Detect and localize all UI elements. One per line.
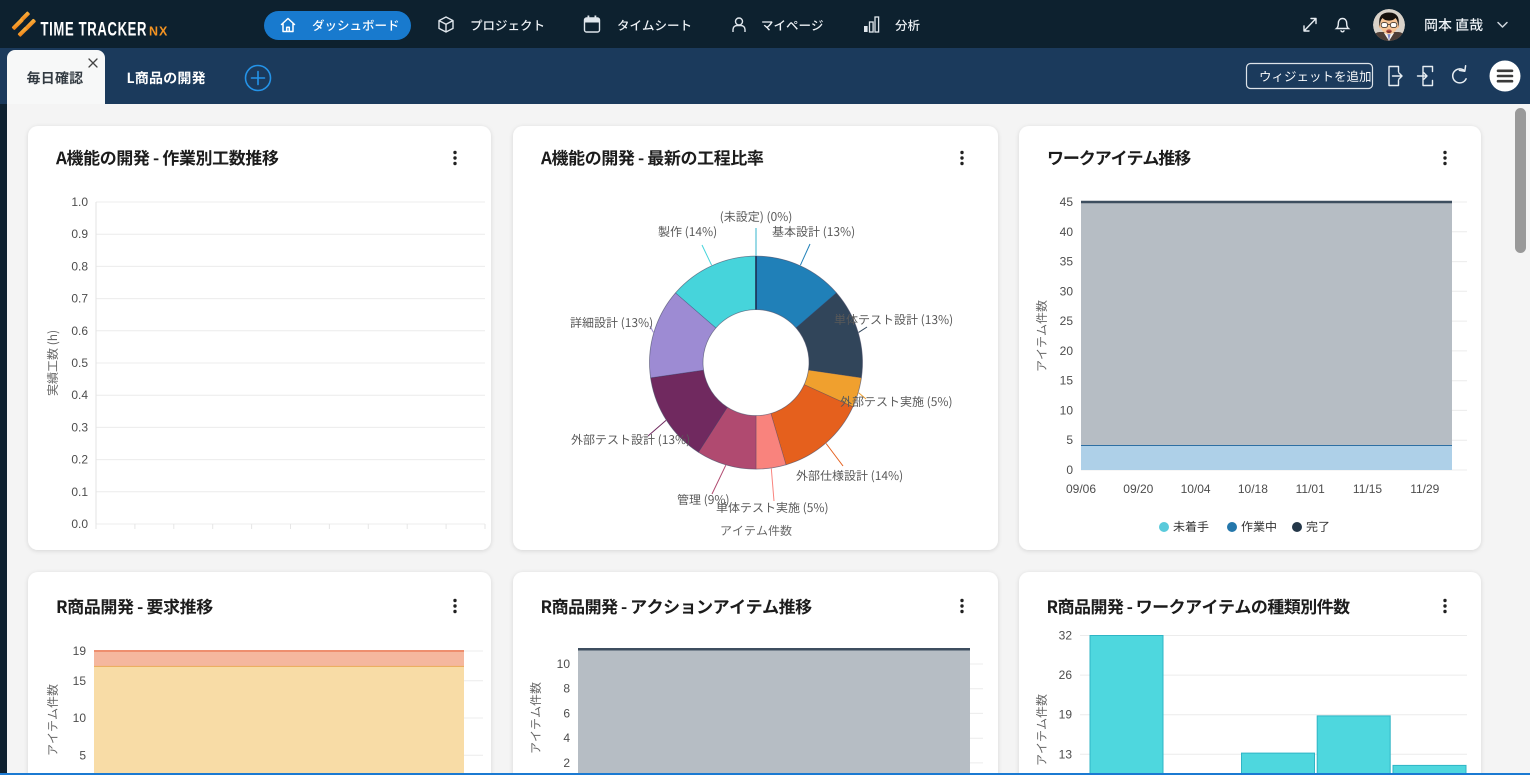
svg-text:5: 5 [1066, 433, 1073, 447]
svg-text:0.7: 0.7 [71, 292, 88, 306]
svg-text:10/04: 10/04 [1181, 482, 1211, 496]
svg-text:11/01: 11/01 [1296, 482, 1325, 496]
svg-text:10: 10 [73, 711, 87, 725]
svg-text:1.0: 1.0 [71, 195, 88, 209]
svg-text:40: 40 [1060, 225, 1074, 239]
svg-text:19: 19 [73, 644, 87, 658]
svg-text:11/29: 11/29 [1410, 482, 1439, 496]
svg-text:0: 0 [1066, 463, 1073, 477]
svg-text:10: 10 [1060, 403, 1074, 417]
svg-text:10/18: 10/18 [1238, 482, 1268, 496]
svg-text:32: 32 [1059, 629, 1073, 643]
svg-text:15: 15 [1060, 374, 1074, 388]
svg-text:10: 10 [557, 657, 571, 671]
svg-text:0.0: 0.0 [71, 517, 88, 531]
svg-text:TIME TRACKER: TIME TRACKER [41, 18, 148, 40]
svg-text:26: 26 [1059, 668, 1073, 682]
svg-text:30: 30 [1060, 284, 1074, 298]
svg-text:0.1: 0.1 [71, 485, 88, 499]
svg-text:11/15: 11/15 [1353, 482, 1382, 496]
svg-text:8: 8 [563, 682, 570, 696]
svg-text:4: 4 [563, 731, 570, 745]
svg-text:20: 20 [1060, 344, 1074, 358]
svg-text:0.4: 0.4 [71, 388, 88, 402]
svg-text:25: 25 [1060, 314, 1074, 328]
svg-text:45: 45 [1060, 195, 1074, 209]
svg-text:0.9: 0.9 [71, 227, 88, 241]
svg-text:13: 13 [1059, 747, 1073, 761]
svg-text:09/20: 09/20 [1123, 482, 1153, 496]
svg-text:6: 6 [563, 706, 570, 720]
svg-text:NX: NX [149, 25, 168, 39]
svg-text:0.5: 0.5 [71, 356, 88, 370]
svg-text:35: 35 [1060, 255, 1074, 269]
svg-text:0.8: 0.8 [71, 259, 88, 273]
svg-text:5: 5 [79, 748, 86, 762]
svg-text:2: 2 [563, 756, 570, 770]
svg-text:0.6: 0.6 [71, 324, 88, 338]
svg-text:15: 15 [73, 674, 87, 688]
svg-text:19: 19 [1059, 708, 1073, 722]
svg-text:0.2: 0.2 [71, 453, 88, 467]
svg-text:09/06: 09/06 [1066, 482, 1096, 496]
svg-text:0.3: 0.3 [71, 420, 88, 434]
